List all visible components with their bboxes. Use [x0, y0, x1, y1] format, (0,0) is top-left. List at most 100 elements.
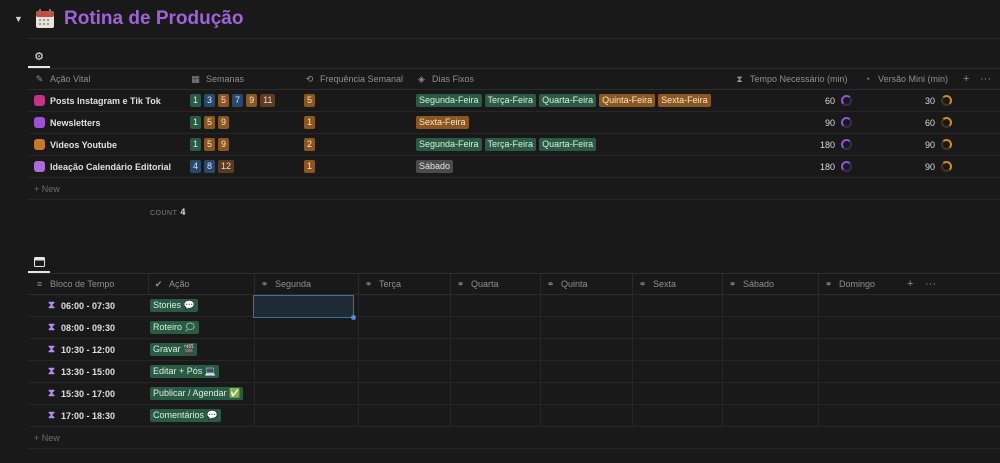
cell-day[interactable]	[632, 295, 720, 316]
table-row[interactable]: Videos Youtube 1 5 9 2 Segunda-Feira Terça-Fei…	[28, 134, 1000, 156]
column-header-7[interactable]: ⚭ Sábado	[722, 274, 816, 294]
new-row-button[interactable]: + New	[28, 178, 1000, 200]
cell-tempo[interactable]: 60	[734, 90, 852, 111]
collapse-toggle[interactable]: ▼	[14, 14, 26, 24]
cell-day[interactable]	[358, 361, 448, 382]
cell-day[interactable]	[254, 405, 354, 426]
cell-mini[interactable]: 90	[862, 156, 952, 177]
cell-time-block[interactable]: ⧗ 06:00 - 07:30	[48, 295, 148, 316]
cell-day[interactable]	[722, 361, 816, 382]
cell-day[interactable]	[450, 361, 538, 382]
column-header-0[interactable]: ≡ Bloco de Tempo	[34, 274, 144, 294]
cell-time-block[interactable]: ⧗ 15:30 - 17:00	[48, 383, 148, 404]
column-header-frequencia[interactable]: ⟲ Frequência Semanal	[304, 69, 414, 89]
cell-day[interactable]	[722, 405, 816, 426]
cell-action[interactable]: Publicar / Agendar ✅	[150, 383, 254, 404]
table-row[interactable]: ⧗ 08:00 - 09:30 Roteiro 🗯	[28, 317, 1000, 339]
cell-day[interactable]	[358, 383, 448, 404]
selected-cell[interactable]	[253, 295, 356, 320]
cell-day[interactable]	[540, 361, 630, 382]
column-header-dias[interactable]: ◈ Dias Fixos	[416, 69, 716, 89]
cell-tempo[interactable]: 180	[734, 134, 852, 155]
cell-day[interactable]	[818, 383, 898, 404]
table-row[interactable]: Newsletters 1 5 9 1 Sexta-Feira 90 60	[28, 112, 1000, 134]
table-row[interactable]: ⧗ 15:30 - 17:00 Publicar / Agendar ✅	[28, 383, 1000, 405]
cell-day[interactable]	[818, 339, 898, 360]
cell-day[interactable]	[632, 317, 720, 338]
cell-dias[interactable]: Sexta-Feira	[416, 112, 726, 133]
cell-time-block[interactable]: ⧗ 08:00 - 09:30	[48, 317, 148, 338]
cell-acao[interactable]: Ideação Calendário Editorial	[34, 156, 184, 177]
cell-action[interactable]: Editar + Pós 💻	[150, 361, 254, 382]
cell-action[interactable]: Gravar 🎬	[150, 339, 254, 360]
cell-day[interactable]	[722, 383, 816, 404]
column-header-semanas[interactable]: ▦ Semanas	[190, 69, 300, 89]
table-row[interactable]: ⧗ 13:30 - 15:00 Editar + Pós 💻	[28, 361, 1000, 383]
cell-day[interactable]	[254, 317, 354, 338]
cell-day[interactable]	[632, 361, 720, 382]
cell-frequencia[interactable]: 2	[304, 134, 414, 155]
cell-day[interactable]	[632, 383, 720, 404]
cell-day[interactable]	[358, 405, 448, 426]
cell-day[interactable]	[358, 317, 448, 338]
table-row[interactable]: Ideação Calendário Editorial 4 8 12 1 Sábado 1…	[28, 156, 1000, 178]
cell-acao[interactable]: Videos Youtube	[34, 134, 184, 155]
cell-mini[interactable]: 30	[862, 90, 952, 111]
table-row[interactable]: Posts Instagram e Tik Tok 1 3 5 7 9 11 5 Segunda…	[28, 90, 1000, 112]
cell-day[interactable]	[540, 339, 630, 360]
cell-day[interactable]	[632, 405, 720, 426]
column-header-2[interactable]: ⚭ Segunda	[254, 274, 354, 294]
column-header-tempo[interactable]: ⧗ Tempo Necessário (min)	[734, 69, 858, 89]
cell-day[interactable]	[254, 361, 354, 382]
add-column-button[interactable]: +	[907, 274, 919, 294]
cell-dias[interactable]: Segunda-Feira Terça-Feira Quarta-Feira	[416, 134, 726, 155]
settings-view-tab[interactable]: ⚙	[28, 46, 50, 66]
cell-frequencia[interactable]: 1	[304, 112, 414, 133]
cell-day[interactable]	[358, 295, 448, 316]
cell-semanas[interactable]: 4 8 12	[190, 156, 300, 177]
column-header-4[interactable]: ⚭ Quarta	[450, 274, 538, 294]
calendar-view-tab[interactable]	[28, 251, 50, 271]
cell-day[interactable]	[540, 405, 630, 426]
cell-dias[interactable]: Segunda-Feira Terça-Feira Quarta-Feira Quin…	[416, 90, 726, 111]
cell-tempo[interactable]: 90	[734, 112, 852, 133]
cell-mini[interactable]: 90	[862, 134, 952, 155]
cell-action[interactable]: Comentários 💬	[150, 405, 254, 426]
column-header-mini[interactable]: ◔ Versão Mini (min)	[862, 69, 958, 89]
cell-day[interactable]	[254, 383, 354, 404]
cell-time-block[interactable]: ⧗ 10:30 - 12:00	[48, 339, 148, 360]
add-column-button[interactable]: +	[963, 69, 975, 89]
cell-day[interactable]	[818, 317, 898, 338]
cell-day[interactable]	[540, 383, 630, 404]
cell-day[interactable]	[450, 339, 538, 360]
more-options-button[interactable]: ···	[980, 69, 996, 89]
cell-day[interactable]	[254, 339, 354, 360]
cell-day[interactable]	[722, 317, 816, 338]
more-options-button[interactable]: ···	[925, 274, 941, 294]
column-header-8[interactable]: ⚭ Domingo	[818, 274, 898, 294]
column-header-3[interactable]: ⚭ Terça	[358, 274, 448, 294]
cell-mini[interactable]: 60	[862, 112, 952, 133]
cell-day[interactable]	[818, 295, 898, 316]
column-header-6[interactable]: ⚭ Sexta	[632, 274, 720, 294]
cell-day[interactable]	[450, 405, 538, 426]
cell-frequencia[interactable]: 5	[304, 90, 414, 111]
column-header-1[interactable]: ✔ Ação	[148, 274, 252, 294]
cell-semanas[interactable]: 159	[190, 134, 300, 155]
column-header-5[interactable]: ⚭ Quinta	[540, 274, 630, 294]
cell-tempo[interactable]: 180	[734, 156, 852, 177]
cell-acao[interactable]: Newsletters	[34, 112, 184, 133]
cell-day[interactable]	[722, 339, 816, 360]
column-header-acao[interactable]: ✎ Ação Vital	[34, 69, 184, 89]
table-row[interactable]: ⧗ 10:30 - 12:00 Gravar 🎬	[28, 339, 1000, 361]
cell-time-block[interactable]: ⧗ 13:30 - 15:00	[48, 361, 148, 382]
cell-acao[interactable]: Posts Instagram e Tik Tok	[34, 90, 184, 111]
cell-frequencia[interactable]: 1	[304, 156, 414, 177]
cell-action[interactable]: Roteiro 🗯	[150, 317, 254, 338]
selection-handle[interactable]	[351, 315, 356, 320]
cell-semanas[interactable]: 1 3 5 7 9 11	[190, 90, 300, 111]
cell-day[interactable]	[818, 405, 898, 426]
cell-semanas[interactable]: 159	[190, 112, 300, 133]
new-row-button[interactable]: + New	[28, 427, 1000, 449]
table-row[interactable]: ⧗ 17:00 - 18:30 Comentários 💬	[28, 405, 1000, 427]
